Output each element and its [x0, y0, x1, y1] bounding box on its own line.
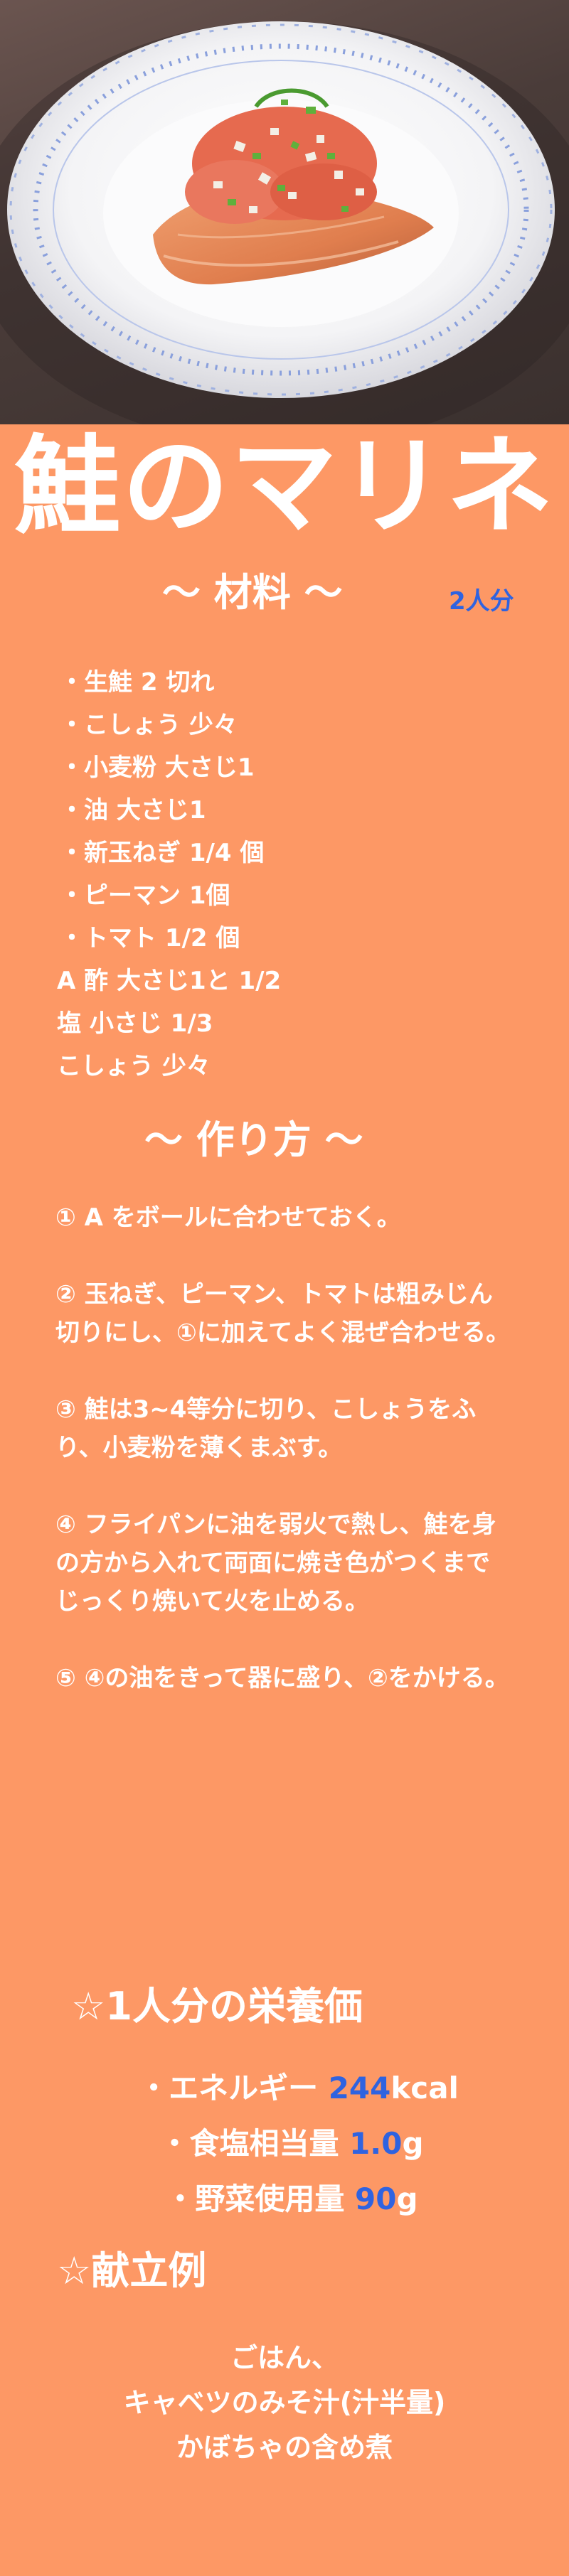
- nutrition-item-vegetables: ・野菜使用量 90g: [0, 2172, 569, 2227]
- step-item: ④ フライパンに油を弱火で熱し、鮭を身の方から入れて両面に焼き色がつくまでじっく…: [55, 1510, 496, 1616]
- ingredient-item: ・生鮭 2 切れ: [60, 668, 215, 697]
- menu-heading: ☆献立例: [57, 2248, 207, 2293]
- nutrition-item-salt: ・食塩相当量 1.0g: [0, 2116, 569, 2172]
- ingredient-item: ・新玉ねぎ 1/4 個: [60, 839, 265, 867]
- nutrition-label: ・野菜使用量: [165, 2181, 356, 2216]
- servings-label: 2人分: [449, 587, 514, 616]
- step-item: ① A をボールに合わせておく。: [55, 1203, 401, 1232]
- ingredient-item: ・トマト 1/2 個: [60, 924, 240, 952]
- step-item: ② 玉ねぎ、ピーマン、トマトは粗みじん切りにし、①に加えてよく混ぜ合わせる。: [55, 1280, 511, 1347]
- menu-item: キャベツのみそ汁(汁半量): [123, 2387, 446, 2418]
- nutrition-value: 1.0: [349, 2126, 403, 2161]
- step-list: ① A をボールに合わせておく。 ② 玉ねぎ、ピーマン、トマトは粗みじん切りにし…: [55, 1198, 511, 1736]
- dish-photo: [0, 0, 569, 424]
- step-item: ⑤ ④の油をきって器に盛り、②をかける。: [55, 1664, 509, 1692]
- step-item: ③ 鮭は3~4等分に切り、こしょうをふり、小麦粉を薄くまぶす。: [55, 1395, 477, 1462]
- ingredient-item: 塩 小さじ 1/3: [57, 1009, 213, 1038]
- salmon-marinade-photo: [0, 21, 569, 424]
- nutrition-list: ・エネルギー 244kcal ・食塩相当量 1.0g ・野菜使用量 90g: [0, 2061, 569, 2227]
- nutrition-unit: kcal: [390, 2071, 459, 2105]
- menu-item: ごはん、: [230, 2342, 339, 2373]
- nutrition-label: ・食塩相当量: [159, 2126, 350, 2161]
- ingredient-item: ・油 大さじ1: [60, 796, 206, 825]
- nutrition-unit: g: [396, 2181, 418, 2216]
- nutrition-item-energy: ・エネルギー 244kcal: [0, 2061, 569, 2116]
- ingredient-item: こしょう 少々: [57, 1052, 211, 1080]
- menu-item: かぼちゃの含め煮: [176, 2432, 393, 2463]
- nutrition-unit: g: [402, 2126, 424, 2161]
- page-title: 鮭のマリネ: [14, 425, 555, 549]
- nutrition-heading: ☆1人分の栄養価: [71, 1984, 363, 2029]
- ingredients-heading: ～ 材料 ～: [162, 570, 343, 615]
- ingredient-item: ・こしょう 少々: [60, 711, 238, 739]
- ingredient-item: ・ピーマン 1個: [60, 881, 230, 910]
- menu-list: ごはん、 キャベツのみそ汁(汁半量) かぼちゃの含め煮: [0, 2336, 569, 2470]
- nutrition-value: 90: [355, 2181, 397, 2216]
- nutrition-value: 244: [328, 2071, 391, 2105]
- nutrition-label: ・エネルギー: [139, 2071, 329, 2105]
- ingredient-item: ・小麦粉 大さじ1: [60, 753, 255, 782]
- method-heading: ～ 作り方 ～: [144, 1117, 363, 1162]
- ingredient-list: ・生鮭 2 切れ ・こしょう 少々 ・小麦粉 大さじ1 ・油 大さじ1 ・新玉ね…: [57, 661, 512, 1088]
- ingredient-item: A 酢 大さじ1と 1/2: [57, 967, 282, 995]
